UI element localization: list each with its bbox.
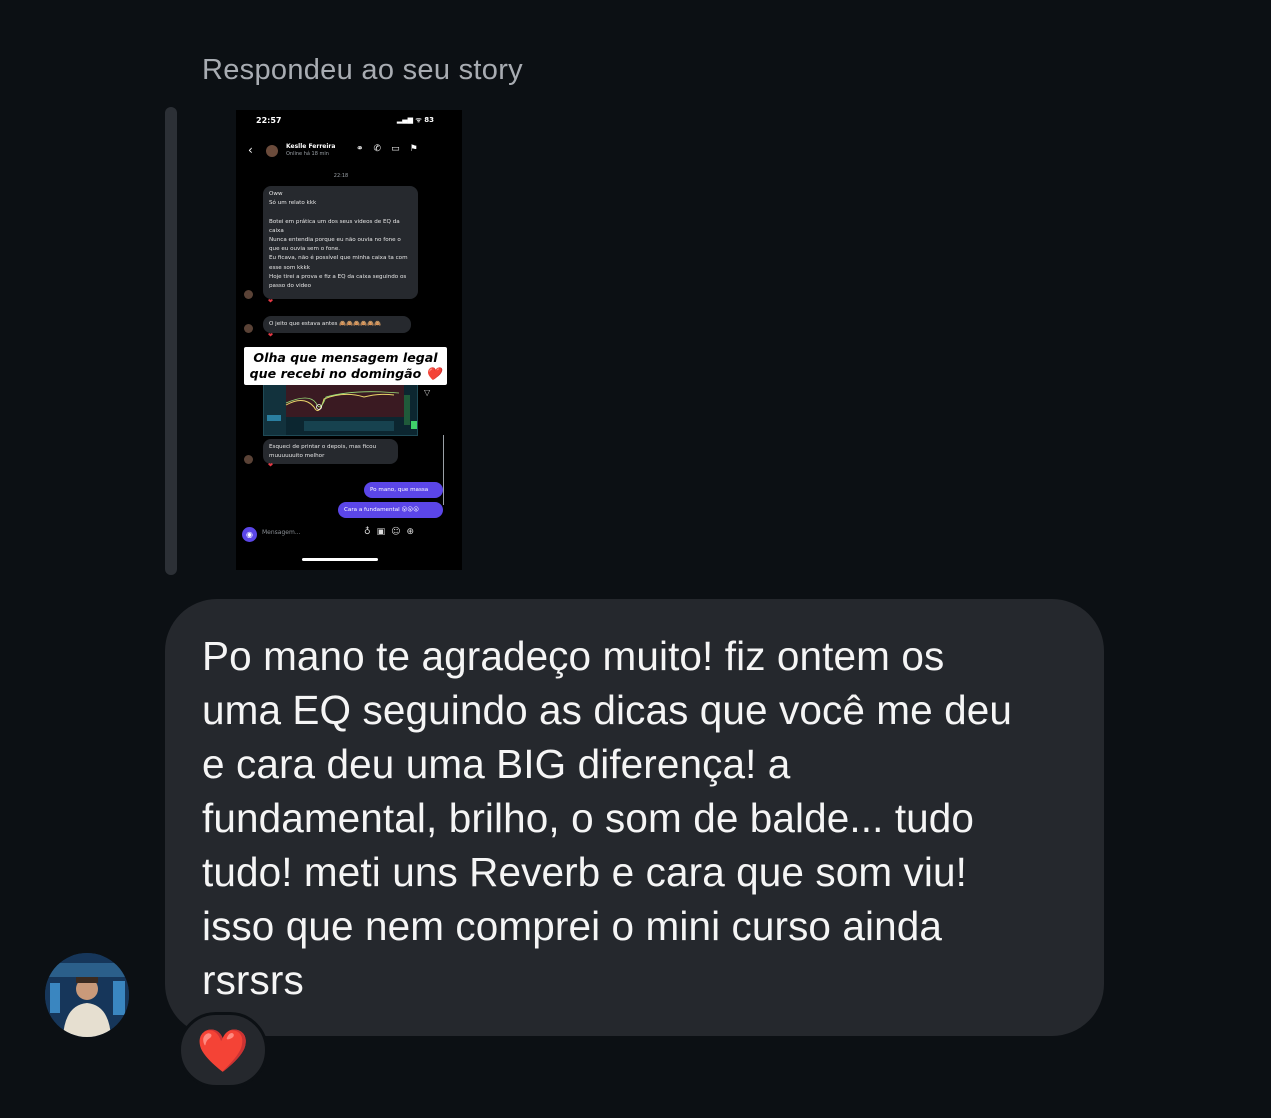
- story-home-indicator: [302, 558, 378, 561]
- message-text: Po mano te agradeço muito! fiz ontem os …: [202, 633, 1012, 1003]
- story-heart-icon: ❤: [268, 298, 274, 305]
- reply-label: Respondeu ao seu story: [202, 54, 523, 86]
- story-mini-avatar: [244, 290, 253, 299]
- story-preview[interactable]: 22:57 ▂▄▆ ᯤ 83 ‹ Keslle Ferreira Online …: [236, 110, 462, 570]
- story-message-bubble: Oww Só um relato kkk Botei em prática um…: [263, 186, 418, 299]
- story-back-icon: ‹: [248, 143, 253, 157]
- story-heart-icon: ❤: [268, 462, 274, 469]
- sender-avatar[interactable]: [45, 953, 129, 1037]
- eq-curve-graphic: [264, 385, 417, 435]
- story-eq-screenshot: [263, 384, 418, 436]
- story-input-bar: ◉ Mensagem... ♁▣☺⊕: [242, 525, 448, 543]
- story-contact-avatar: [266, 145, 278, 157]
- story-input-tools-icons: ♁▣☺⊕: [364, 527, 421, 537]
- story-status-indicators: ▂▄▆ ᯤ 83: [396, 116, 434, 124]
- story-input-placeholder: Mensagem...: [262, 529, 301, 536]
- story-text-overlay: Olha que mensagem legal que recebi no do…: [244, 347, 447, 385]
- story-status-bar: 22:57 ▂▄▆ ᯤ 83: [256, 116, 434, 125]
- story-mini-avatar: [244, 455, 253, 464]
- story-heart-icon: ❤: [268, 332, 274, 339]
- story-message-bubble: O jeito que estava antes 🙈🙈🙈🙈🙈🙈: [263, 316, 411, 333]
- message-bubble[interactable]: Po mano te agradeço muito! fiz ontem os …: [165, 599, 1104, 1036]
- story-contact-status: Online há 18 min: [286, 151, 329, 157]
- story-message-bubble: Esqueci de printar o depois, mas ficou m…: [263, 439, 398, 464]
- story-header-icons: ⚭✆▭⚑: [356, 144, 428, 154]
- story-sent-bubble: Po mano, que massa: [364, 482, 443, 498]
- quote-bar: [165, 107, 177, 575]
- story-contact-name: Keslle Ferreira: [286, 143, 336, 150]
- story-sent-bubble: Cara a fundamental 😮😮😮: [338, 502, 443, 518]
- story-status-time: 22:57: [256, 116, 282, 125]
- reaction-badge[interactable]: ❤️: [178, 1012, 268, 1088]
- story-mini-avatar: [244, 324, 253, 333]
- story-share-icon: ▽: [424, 388, 431, 397]
- story-camera-icon: ◉: [242, 527, 257, 542]
- story-scroll-indicator: [443, 435, 444, 505]
- avatar-photo: [45, 953, 129, 1037]
- story-timestamp: 22:18: [333, 173, 349, 179]
- heart-reaction-icon: ❤️: [196, 1027, 250, 1074]
